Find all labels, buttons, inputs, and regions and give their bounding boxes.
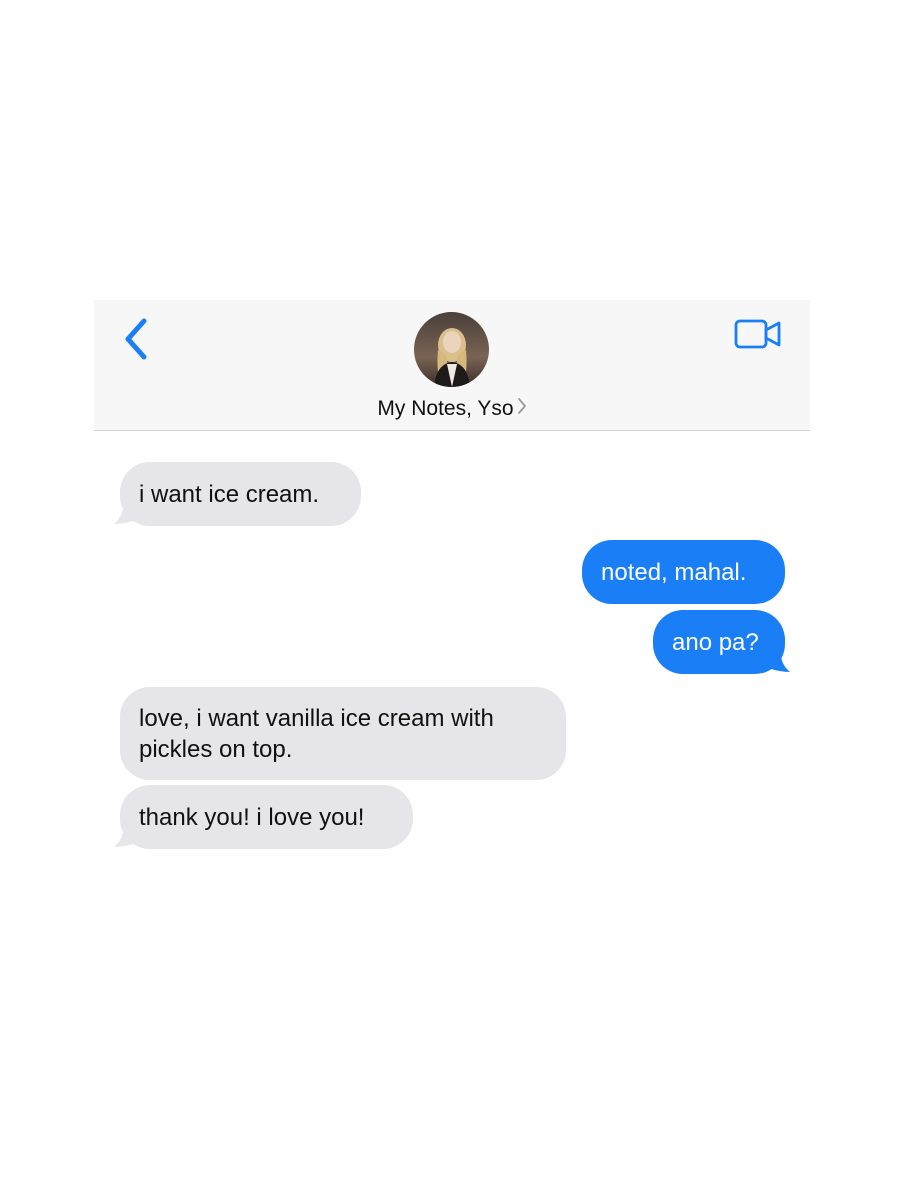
message-text: ano pa? [672,628,759,656]
message-bubble-incoming: love, i want vanilla ice cream with pick… [120,687,566,780]
message-bubble-incoming: i want ice cream. [120,462,361,526]
message-bubble-outgoing: noted, mahal. [582,540,785,604]
message-thread: i want ice cream. noted, mahal. ano pa? … [94,300,810,880]
message-text: noted, mahal. [601,558,747,586]
message-text: i want ice cream. [139,480,320,508]
messages-screen: My Notes, Yso i want ice cream. noted, m… [94,300,810,880]
message-text: thank you! i love you! [139,803,365,831]
message-bubble-outgoing: ano pa? [653,610,785,674]
message-bubble-incoming: thank you! i love you! [120,785,413,849]
message-text: love, i want vanilla ice cream with pick… [139,704,494,763]
